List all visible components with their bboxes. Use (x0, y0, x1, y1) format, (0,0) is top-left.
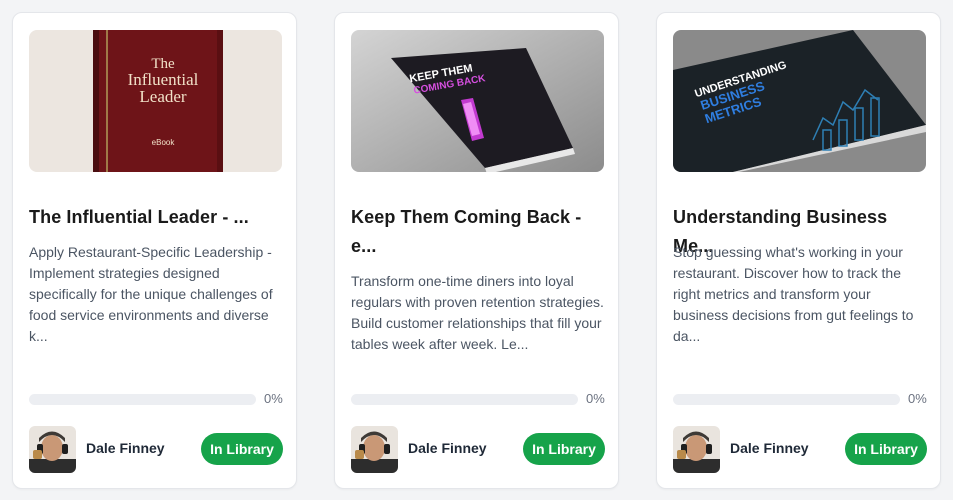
in-library-badge[interactable]: In Library (845, 433, 927, 465)
book-cover-illustration: UNDERSTANDING BUSINESS METRICS (673, 30, 926, 172)
author-avatar (29, 426, 76, 473)
book-cover-image[interactable]: KEEP THEM COMING BACK (351, 30, 604, 172)
card-title[interactable]: The Influential Leader - ... (29, 203, 283, 232)
person-with-headphones-photo-icon (29, 426, 76, 473)
author-name: Dale Finney (408, 440, 487, 456)
person-with-headphones-photo-icon (673, 426, 720, 473)
progress-bar (351, 394, 578, 405)
in-library-badge[interactable]: In Library (201, 433, 283, 465)
card-title[interactable]: Keep Them Coming Back - e... (351, 203, 605, 261)
card-description: Stop guessing what's working in your res… (673, 244, 914, 344)
progress-percent: 0% (586, 391, 605, 406)
person-with-headphones-photo-icon (351, 426, 398, 473)
author-name: Dale Finney (730, 440, 809, 456)
author-avatar (673, 426, 720, 473)
author-avatar (351, 426, 398, 473)
ebook-card-influential-leader[interactable]: The Influential Leader eBook The Influen… (12, 12, 297, 489)
in-library-badge[interactable]: In Library (523, 433, 605, 465)
book-cover-image[interactable]: UNDERSTANDING BUSINESS METRICS (673, 30, 926, 172)
ebook-card-understanding-business-metrics[interactable]: UNDERSTANDING BUSINESS METRICS Understan… (656, 12, 941, 489)
cover-title-line-3: Leader (139, 87, 187, 106)
card-description: Apply Restaurant-Specific Leadership - I… (29, 244, 273, 344)
ebook-card-keep-them-coming-back[interactable]: KEEP THEM COMING BACK Keep Them Coming B… (334, 12, 619, 489)
card-description: Transform one-time diners into loyal reg… (351, 273, 604, 352)
cover-subtitle: eBook (152, 138, 176, 147)
progress-percent: 0% (908, 391, 927, 406)
author-name: Dale Finney (86, 440, 165, 456)
book-cover-illustration: KEEP THEM COMING BACK (351, 30, 604, 172)
progress-percent: 0% (264, 391, 283, 406)
book-cover-image[interactable]: The Influential Leader eBook (29, 30, 282, 172)
progress-bar (29, 394, 256, 405)
progress-bar (673, 394, 900, 405)
book-cover-illustration: The Influential Leader eBook (29, 30, 282, 172)
